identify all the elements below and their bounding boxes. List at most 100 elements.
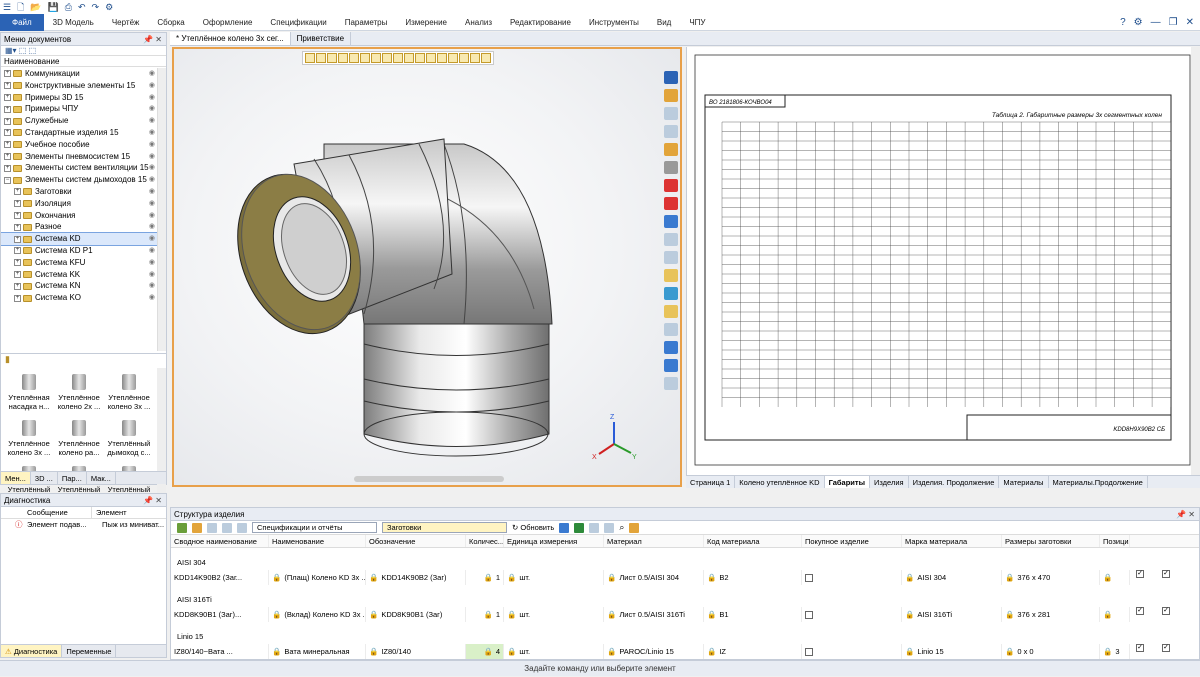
tab-design[interactable]: Оформление: [194, 14, 262, 31]
eye-icon[interactable]: ◉: [149, 245, 157, 257]
expand-icon[interactable]: +: [14, 247, 21, 255]
expand-icon[interactable]: +: [14, 223, 21, 231]
eye-icon[interactable]: ◉: [149, 292, 157, 304]
expand-icon[interactable]: +: [14, 188, 21, 196]
refresh-button[interactable]: ↻ Обновить: [512, 523, 554, 532]
expand-icon[interactable]: +: [14, 200, 21, 208]
horizontal-scrollbar[interactable]: [354, 476, 504, 482]
tab-dimensions[interactable]: Габариты: [824, 476, 870, 488]
eye-icon[interactable]: ◉: [149, 233, 157, 245]
library-thumbnail[interactable]: Утеплённое колено ра...: [54, 418, 104, 462]
3d-viewport[interactable]: Z X Y: [172, 47, 682, 487]
expand-icon[interactable]: −: [4, 176, 11, 184]
expand-icon[interactable]: +: [14, 270, 21, 278]
include-checkbox[interactable]: ✓: [1136, 644, 1144, 652]
tab-params[interactable]: Пар...: [58, 472, 87, 484]
pin-icon[interactable]: 📌 ✕: [143, 33, 166, 45]
undo-icon[interactable]: ↶: [78, 0, 86, 14]
tab-menu[interactable]: Мен...: [1, 472, 31, 484]
tree-item[interactable]: + Элементы систем вентиляции 15 ◉: [1, 162, 157, 174]
eye-icon[interactable]: ◉: [149, 198, 157, 210]
settings-icon[interactable]: [629, 522, 640, 533]
expand-icon[interactable]: +: [4, 82, 11, 90]
tab-materials[interactable]: Материалы: [999, 476, 1049, 488]
table-row[interactable]: KDD14K90B2 (Заг... 🔒 (Плащ) Колено KD 3х .…: [171, 570, 1199, 585]
expand-icon[interactable]: +: [4, 93, 11, 101]
redo-icon[interactable]: ↷: [92, 0, 100, 14]
include-checkbox[interactable]: ✓: [1136, 570, 1144, 578]
sort-icon[interactable]: [237, 522, 247, 533]
minimize-icon[interactable]: —: [1151, 17, 1161, 28]
tree-item[interactable]: + Система KO ◉: [1, 292, 157, 304]
eye-icon[interactable]: ◉: [149, 186, 157, 198]
library-thumbnail[interactable]: Утеплённая насадка н...: [4, 372, 54, 416]
tab-products[interactable]: Изделия: [870, 476, 909, 488]
eye-icon[interactable]: ◉: [149, 210, 157, 222]
tree-item[interactable]: + Заготовки ◉: [1, 186, 157, 198]
purchased-checkbox[interactable]: [805, 648, 813, 657]
eye-icon[interactable]: ◉: [149, 127, 157, 139]
new-file-icon[interactable]: 🗋: [17, 0, 24, 14]
tree-item[interactable]: + Примеры 3D 15 ◉: [1, 92, 157, 104]
open-icon[interactable]: 📂: [30, 0, 41, 14]
expand-icon[interactable]: +: [4, 117, 11, 125]
column-header[interactable]: Наименование: [1, 55, 166, 67]
column-header[interactable]: Покупное изделие: [802, 535, 902, 547]
column-header[interactable]: Материал: [604, 535, 704, 547]
view-side-toolbar[interactable]: [661, 71, 681, 421]
tab-page-1[interactable]: Страница 1: [686, 476, 736, 488]
save-icon[interactable]: 💾: [48, 0, 59, 14]
tree-item[interactable]: + Стандартные изделия 15 ◉: [1, 127, 157, 139]
expand-icon[interactable]: +: [4, 70, 11, 78]
tab-elbow-kd[interactable]: Колено утеплённое KD: [735, 476, 825, 488]
expand-icon[interactable]: +: [14, 235, 21, 243]
expand-icon[interactable]: [177, 522, 187, 533]
menu-toolbar[interactable]: ▦▾ ⬚ ⬚: [1, 46, 166, 55]
tree-item[interactable]: + Окончания ◉: [1, 210, 157, 222]
col-message[interactable]: Сообщение: [27, 507, 92, 518]
expand-icon[interactable]: +: [14, 294, 21, 302]
close-icon[interactable]: ✕: [1186, 17, 1194, 28]
tab-welcome[interactable]: Приветствие: [291, 32, 352, 45]
word-icon[interactable]: [559, 522, 570, 533]
tab-3d[interactable]: 3D ...: [31, 472, 58, 484]
gear-icon[interactable]: ⚙: [1134, 17, 1143, 28]
drawing-view[interactable]: ВО 2181806-КОЧВО04 Таблица 2. Габаритные…: [686, 47, 1200, 475]
column-header[interactable]: Наименование: [269, 535, 366, 547]
eye-icon[interactable]: ◉: [149, 162, 157, 174]
eye-icon[interactable]: ◉: [149, 269, 157, 281]
tab-view[interactable]: Вид: [648, 14, 680, 31]
expand-icon[interactable]: +: [14, 211, 21, 219]
blanks-combo[interactable]: Заготовки: [382, 522, 507, 533]
library-thumbnail[interactable]: Утеплённый дымоход с...: [104, 418, 154, 462]
tree-item[interactable]: + Служебные ◉: [1, 115, 157, 127]
tree-item[interactable]: + Конструктивные элементы 15 ◉: [1, 80, 157, 92]
tab-file[interactable]: Файл: [0, 13, 44, 31]
diag-row[interactable]: ⓘ Элемент подав... Пыж из миниват...: [1, 519, 166, 531]
tab-cnc[interactable]: ЧПУ: [680, 14, 714, 31]
eye-icon[interactable]: ◉: [149, 103, 157, 115]
print-icon[interactable]: ⎙: [65, 0, 72, 14]
include-checkbox[interactable]: ✓: [1136, 607, 1144, 615]
tree-item[interactable]: + Система KK ◉: [1, 269, 157, 281]
tab-measure[interactable]: Измерение: [396, 14, 456, 31]
link-icon[interactable]: [207, 522, 217, 533]
tree-item[interactable]: + Учебное пособие ◉: [1, 139, 157, 151]
library-thumbnail[interactable]: Утеплённое колено 3х ...: [104, 372, 154, 416]
tree-item[interactable]: − Элементы систем дымоходов 15 ◉: [1, 174, 157, 186]
excel-icon[interactable]: [574, 522, 585, 533]
eye-icon[interactable]: ◉: [149, 92, 157, 104]
eye-icon[interactable]: ◉: [149, 115, 157, 127]
purchased-checkbox[interactable]: [805, 574, 813, 583]
column-header[interactable]: Размеры заготовки: [1002, 535, 1100, 547]
tree-item[interactable]: + Коммуникации ◉: [1, 68, 157, 80]
table-row[interactable]: KDD8K90B1 (Заг)... 🔒 (Вклад) Колено KD 3х …: [171, 607, 1199, 622]
tab-materials-cont[interactable]: Материалы.Продолжение: [1049, 476, 1148, 488]
tree-item[interactable]: + Система KFU ◉: [1, 257, 157, 269]
drawing-sheet[interactable]: ВО 2181806-КОЧВО04 Таблица 2. Габаритные…: [687, 47, 1200, 475]
tab-3d-model[interactable]: 3D Модель: [44, 14, 103, 31]
tab-specifications[interactable]: Спецификации: [261, 14, 335, 31]
expand-icon[interactable]: +: [14, 282, 21, 290]
eye-icon[interactable]: ◉: [149, 257, 157, 269]
column-header[interactable]: Марка материала: [902, 535, 1002, 547]
